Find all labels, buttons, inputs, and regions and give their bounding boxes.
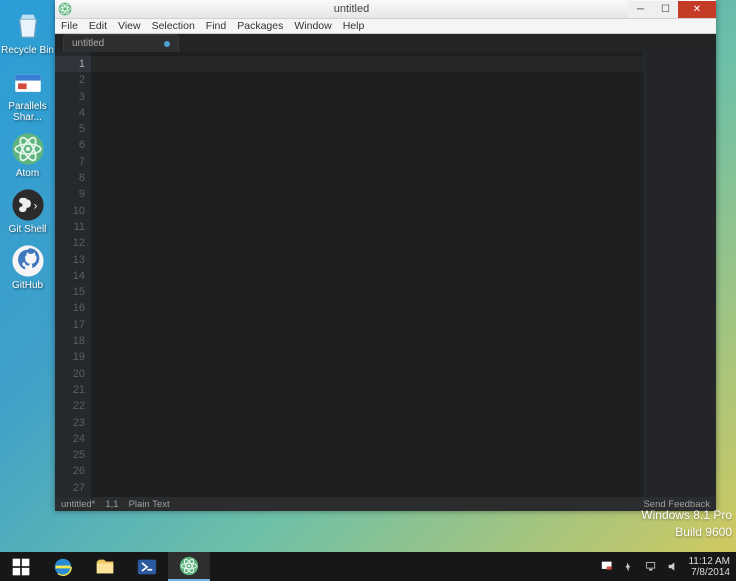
minimize-button[interactable]: ─ xyxy=(628,1,653,18)
text-editor[interactable] xyxy=(91,52,644,497)
line-number[interactable]: 12 xyxy=(55,235,85,251)
clock-date: 7/8/2014 xyxy=(688,567,730,578)
window-title: untitled xyxy=(75,3,628,15)
menu-view[interactable]: View xyxy=(118,20,141,32)
maximize-button[interactable]: ☐ xyxy=(653,1,678,18)
watermark-line2: Build 9600 xyxy=(641,524,732,541)
line-number[interactable]: 17 xyxy=(55,317,85,333)
git-shell-icon: › xyxy=(10,187,46,223)
line-number[interactable]: 25 xyxy=(55,447,85,463)
status-language[interactable]: Plain Text xyxy=(129,499,170,510)
tray-network-icon[interactable] xyxy=(644,560,658,574)
editor-area: untitled 1234567891011121314151617181920… xyxy=(55,34,716,511)
code-region: 1234567891011121314151617181920212223242… xyxy=(55,52,716,497)
tab-label: untitled xyxy=(72,38,104,49)
desktop-icon-git-shell[interactable]: › Git Shell xyxy=(0,187,55,235)
menu-edit[interactable]: Edit xyxy=(89,20,107,32)
editor-tab[interactable]: untitled xyxy=(63,34,179,52)
windows-watermark: Windows 8.1 Pro Build 9600 xyxy=(641,507,732,541)
line-number[interactable]: 15 xyxy=(55,284,85,300)
status-cursor-position[interactable]: 1,1 xyxy=(105,499,118,510)
menu-file[interactable]: File xyxy=(61,20,78,32)
desktop-icon-atom[interactable]: Atom xyxy=(0,131,55,179)
line-number[interactable]: 6 xyxy=(55,137,85,153)
menu-help[interactable]: Help xyxy=(343,20,365,32)
line-number[interactable]: 24 xyxy=(55,431,85,447)
desktop-icon-label: GitHub xyxy=(12,280,43,291)
line-number[interactable]: 20 xyxy=(55,366,85,382)
desktop-icon-label: Parallels Shar... xyxy=(0,101,55,123)
recycle-bin-icon xyxy=(10,8,46,44)
line-number[interactable]: 2 xyxy=(55,72,85,88)
atom-window: untitled ─ ☐ ✕ File Edit View Selection … xyxy=(55,0,716,511)
line-number[interactable]: 5 xyxy=(55,121,85,137)
line-number[interactable]: 19 xyxy=(55,349,85,365)
github-icon xyxy=(10,243,46,279)
folder-icon xyxy=(10,64,46,100)
taskbar-atom[interactable] xyxy=(168,552,210,581)
tray-volume-icon[interactable] xyxy=(666,560,680,574)
desktop-icon-recycle-bin[interactable]: Recycle Bin xyxy=(0,8,55,56)
menu-selection[interactable]: Selection xyxy=(152,20,195,32)
tab-bar: untitled xyxy=(55,34,716,52)
desktop-icon-label: Recycle Bin xyxy=(1,45,54,56)
line-number[interactable]: 11 xyxy=(55,219,85,235)
line-number[interactable]: 22 xyxy=(55,398,85,414)
line-number[interactable]: 7 xyxy=(55,154,85,170)
line-number-gutter[interactable]: 1234567891011121314151617181920212223242… xyxy=(55,52,91,497)
line-number[interactable]: 14 xyxy=(55,268,85,284)
line-number[interactable]: 13 xyxy=(55,252,85,268)
atom-icon xyxy=(10,131,46,167)
line-number[interactable]: 9 xyxy=(55,186,85,202)
start-button[interactable] xyxy=(0,552,42,581)
line-number[interactable]: 3 xyxy=(55,89,85,105)
taskbar: 11:12 AM 7/8/2014 xyxy=(0,552,736,581)
active-line-highlight xyxy=(91,56,644,72)
taskbar-powershell[interactable] xyxy=(126,552,168,581)
line-number[interactable]: 1 xyxy=(55,56,91,72)
minimap-area[interactable] xyxy=(644,52,716,497)
line-number[interactable]: 4 xyxy=(55,105,85,121)
taskbar-file-explorer[interactable] xyxy=(84,552,126,581)
line-number[interactable]: 27 xyxy=(55,480,85,496)
desktop-icon-label: Git Shell xyxy=(9,224,47,235)
menu-packages[interactable]: Packages xyxy=(237,20,283,32)
line-number[interactable]: 16 xyxy=(55,300,85,316)
desktop-icons-column: Recycle Bin Parallels Shar... Atom › Git… xyxy=(0,0,55,291)
taskbar-clock[interactable]: 11:12 AM 7/8/2014 xyxy=(688,556,730,578)
status-bar: untitled* 1,1 Plain Text Send Feedback xyxy=(55,497,716,511)
menu-window[interactable]: Window xyxy=(294,20,331,32)
svg-text:›: › xyxy=(33,200,37,212)
status-filename[interactable]: untitled* xyxy=(61,499,95,510)
line-number[interactable]: 21 xyxy=(55,382,85,398)
taskbar-ie[interactable] xyxy=(42,552,84,581)
titlebar[interactable]: untitled ─ ☐ ✕ xyxy=(55,0,716,19)
menubar: File Edit View Selection Find Packages W… xyxy=(55,19,716,34)
line-number[interactable]: 26 xyxy=(55,463,85,479)
desktop-icon-label: Atom xyxy=(16,168,39,179)
tray-flag-icon[interactable] xyxy=(600,560,614,574)
system-tray: 11:12 AM 7/8/2014 xyxy=(594,552,736,581)
atom-app-icon xyxy=(55,0,75,19)
tab-modified-indicator-icon xyxy=(164,41,170,47)
clock-time: 11:12 AM xyxy=(688,556,730,567)
desktop-icon-github[interactable]: GitHub xyxy=(0,243,55,291)
line-number[interactable]: 23 xyxy=(55,415,85,431)
menu-find[interactable]: Find xyxy=(206,20,226,32)
line-number[interactable]: 18 xyxy=(55,333,85,349)
close-button[interactable]: ✕ xyxy=(678,1,716,18)
watermark-line1: Windows 8.1 Pro xyxy=(641,507,732,524)
line-number[interactable]: 10 xyxy=(55,203,85,219)
desktop-icon-parallels-shared[interactable]: Parallels Shar... xyxy=(0,64,55,123)
tray-power-icon[interactable] xyxy=(622,560,636,574)
line-number[interactable]: 8 xyxy=(55,170,85,186)
